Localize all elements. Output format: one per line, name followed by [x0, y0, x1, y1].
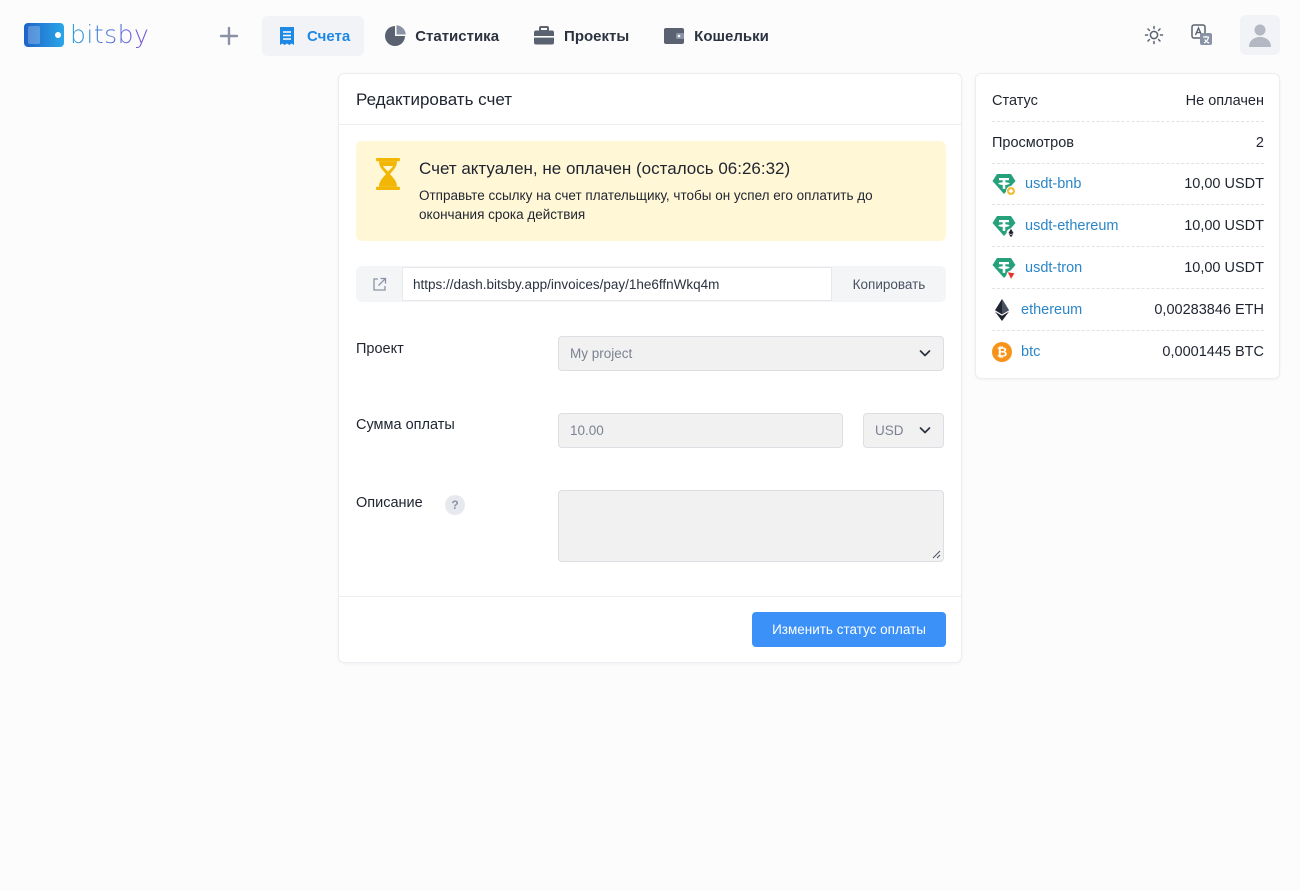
invoice-status-alert: Счет актуален, не оплачен (осталось 06:2…: [356, 141, 946, 241]
resize-handle-icon[interactable]: [932, 550, 941, 559]
description-textarea[interactable]: [558, 490, 944, 562]
coin-row-usdt-ethereum: usdt-ethereum 10,00 USDT: [992, 205, 1264, 247]
tether-tron-icon: [992, 256, 1016, 280]
nav-item-label: Кошельки: [694, 27, 769, 45]
card-footer-divider: [339, 596, 961, 597]
coin-amount: 0,0001445 BTC: [1162, 344, 1264, 360]
coin-amount: 10,00 USDT: [1184, 175, 1264, 192]
invoice-link-input[interactable]: https://dash.bitsby.app/invoices/pay/1he…: [402, 267, 832, 301]
edit-invoice-card: Редактировать счет Счет актуален, не опл…: [338, 73, 962, 663]
coin-amount: 0,00283846 ETH: [1154, 301, 1264, 318]
nav-item-label: Статистика: [415, 27, 500, 45]
coin-link-usdt-bnb[interactable]: usdt-bnb: [1025, 176, 1081, 192]
alert-text: Отправьте ссылку на счет плательщику, чт…: [419, 188, 873, 222]
header-actions: [1126, 15, 1280, 55]
project-label: Проект: [356, 341, 404, 357]
status-value: Не оплачен: [1185, 92, 1264, 109]
ethereum-icon: [992, 298, 1012, 322]
coin-link-ethereum[interactable]: ethereum: [1021, 302, 1082, 318]
wallet-logo-icon: [24, 23, 64, 47]
wallet-icon: [663, 25, 685, 47]
coin-link-usdt-ethereum[interactable]: usdt-ethereum: [1025, 218, 1119, 234]
add-icon[interactable]: [215, 22, 243, 50]
change-payment-status-button[interactable]: Изменить статус оплаты: [752, 612, 946, 647]
nav-item-label: Проекты: [564, 27, 630, 45]
top-navbar: bitsby Счета Статистика Проекты Кошельки: [0, 0, 1300, 70]
description-label: Описание: [356, 495, 423, 511]
help-icon[interactable]: ?: [445, 495, 465, 515]
status-label: Статус: [992, 92, 1038, 109]
coin-link-usdt-tron[interactable]: usdt-tron: [1025, 260, 1082, 276]
coin-amount: 10,00 USDT: [1184, 217, 1264, 234]
alert-title: Счет актуален, не оплачен (осталось 06:2…: [419, 159, 791, 178]
receipt-icon: [276, 25, 298, 47]
coin-amount: 10,00 USDT: [1184, 259, 1264, 276]
theme-toggle-sun-icon[interactable]: [1134, 15, 1174, 55]
translate-icon[interactable]: [1182, 15, 1222, 55]
svg-text:₿: ₿: [997, 346, 1008, 361]
external-link-icon[interactable]: [356, 266, 402, 302]
invoice-link-group: https://dash.bitsby.app/invoices/pay/1he…: [356, 266, 946, 302]
pie-chart-icon: [384, 25, 406, 47]
bitcoin-icon: ₿: [992, 340, 1012, 364]
chevron-down-icon: [919, 347, 931, 362]
hourglass-icon: [375, 158, 401, 195]
nav-item-label: Счета: [307, 27, 351, 45]
nav-item-statistics[interactable]: Статистика: [370, 16, 513, 56]
project-select-value: My project: [570, 346, 633, 361]
chevron-down-icon: [919, 424, 931, 439]
nav-item-projects[interactable]: Проекты: [519, 16, 643, 56]
amount-label: Сумма оплаты: [356, 417, 455, 433]
status-row: Статус Не оплачен: [992, 80, 1264, 122]
views-value: 2: [1255, 134, 1264, 151]
invoice-summary-card: Статус Не оплачен Просмотров 2 usdt-bnb …: [975, 73, 1280, 379]
main-nav: Счета Статистика Проекты Кошельки: [262, 16, 789, 56]
amount-input[interactable]: 10.00: [558, 413, 843, 448]
project-select[interactable]: My project: [558, 336, 944, 371]
views-row: Просмотров 2: [992, 122, 1264, 164]
coin-row-ethereum: ethereum 0,00283846 ETH: [992, 289, 1264, 331]
coin-row-btc: ₿ btc 0,0001445 BTC: [992, 331, 1264, 373]
currency-select[interactable]: USD: [863, 413, 944, 448]
nav-item-invoices[interactable]: Счета: [262, 16, 365, 56]
tether-ethereum-icon: [992, 214, 1016, 238]
coin-row-usdt-tron: usdt-tron 10,00 USDT: [992, 247, 1264, 289]
coin-row-usdt-bnb: usdt-bnb 10,00 USDT: [992, 163, 1264, 205]
views-label: Просмотров: [992, 134, 1074, 151]
avatar[interactable]: [1240, 15, 1280, 55]
nav-item-wallets[interactable]: Кошельки: [649, 16, 783, 56]
copy-button[interactable]: Копировать: [832, 266, 946, 302]
card-title: Редактировать счет: [339, 74, 961, 125]
currency-select-value: USD: [875, 423, 904, 438]
logo[interactable]: bitsby: [24, 22, 149, 48]
coin-link-btc[interactable]: btc: [1021, 344, 1040, 360]
tether-bnb-icon: [992, 172, 1016, 196]
user-icon: [1249, 24, 1271, 47]
logo-text: bitsby: [70, 20, 150, 49]
briefcase-icon: [533, 25, 555, 47]
